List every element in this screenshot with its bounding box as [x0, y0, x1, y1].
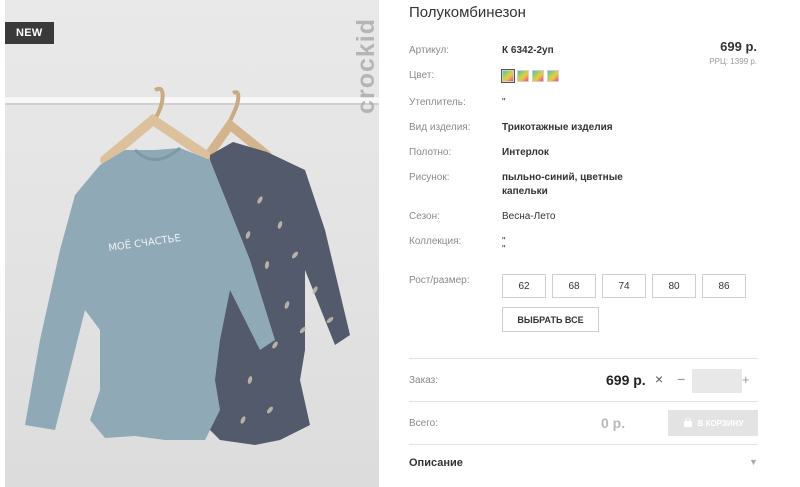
season-value: Весна-Лето: [502, 211, 556, 222]
size-options: 62 68 74 80 86: [502, 274, 746, 298]
color-swatch-2[interactable]: [517, 70, 529, 82]
color-label: Цвет:: [409, 70, 435, 81]
fabric-label: Полотно:: [409, 147, 452, 158]
description-toggle[interactable]: Описание: [409, 457, 463, 469]
pattern-value-line2: капельки: [502, 186, 548, 197]
product-photo-illustration: МОЁ СЧАСТЬЕ: [5, 86, 379, 445]
quantity-decrease-button[interactable]: −: [677, 371, 685, 387]
rrp-price: РРЦ: 1399 р.: [709, 57, 757, 66]
type-label: Вид изделия:: [409, 122, 471, 133]
divider-total: [409, 401, 758, 402]
chevron-down-icon[interactable]: ▼: [749, 457, 758, 467]
order-price: 699 р.: [606, 372, 646, 388]
product-title: Полукомбинезон: [409, 4, 526, 21]
divider-description: [409, 444, 758, 445]
cart-icon: [683, 418, 692, 427]
total-label: Всего:: [409, 418, 438, 429]
quantity-increase-button[interactable]: +: [742, 372, 750, 387]
pattern-value-line1: пыльно-синий, цветные: [502, 172, 623, 183]
select-all-button[interactable]: ВЫБРАТЬ ВСЕ: [502, 307, 599, 332]
quantity-input[interactable]: [692, 369, 742, 393]
size-option-74[interactable]: 74: [602, 274, 646, 298]
color-swatch-1[interactable]: [501, 69, 515, 83]
order-label: Заказ:: [409, 375, 439, 386]
total-value: 0 р.: [601, 415, 626, 431]
size-option-86[interactable]: 86: [702, 274, 746, 298]
size-option-68[interactable]: 68: [552, 274, 596, 298]
collection-value-line2: ": [502, 244, 506, 255]
divider-order: [409, 358, 758, 359]
size-option-80[interactable]: 80: [652, 274, 696, 298]
product-price: 699 р.: [720, 39, 757, 54]
insulation-value: ": [502, 97, 506, 108]
color-swatch-3[interactable]: [532, 70, 544, 82]
add-to-cart-button[interactable]: В КОРЗИНУ: [668, 410, 758, 436]
product-photo[interactable]: МОЁ СЧАСТЬЕ: [5, 0, 379, 487]
color-swatch-4[interactable]: [547, 70, 559, 82]
fabric-value: Интерлок: [502, 147, 549, 158]
article-label: Артикул:: [409, 45, 450, 56]
pattern-label: Рисунок:: [409, 172, 450, 183]
season-label: Сезон:: [409, 211, 440, 222]
type-value: Трикотажные изделия: [502, 122, 613, 133]
color-swatches: [501, 69, 559, 83]
size-option-62[interactable]: 62: [502, 274, 546, 298]
size-label: Рост/размер:: [409, 275, 470, 286]
brand-watermark: crockid: [352, 18, 380, 114]
add-to-cart-label: В КОРЗИНУ: [697, 418, 744, 428]
article-value: К 6342-2уп: [502, 45, 554, 56]
new-badge: NEW: [5, 22, 54, 44]
insulation-label: Утеплитель:: [409, 97, 466, 108]
collection-label: Коллекция:: [409, 236, 462, 247]
hanging-rail: [5, 97, 379, 103]
remove-icon[interactable]: ×: [655, 371, 663, 387]
